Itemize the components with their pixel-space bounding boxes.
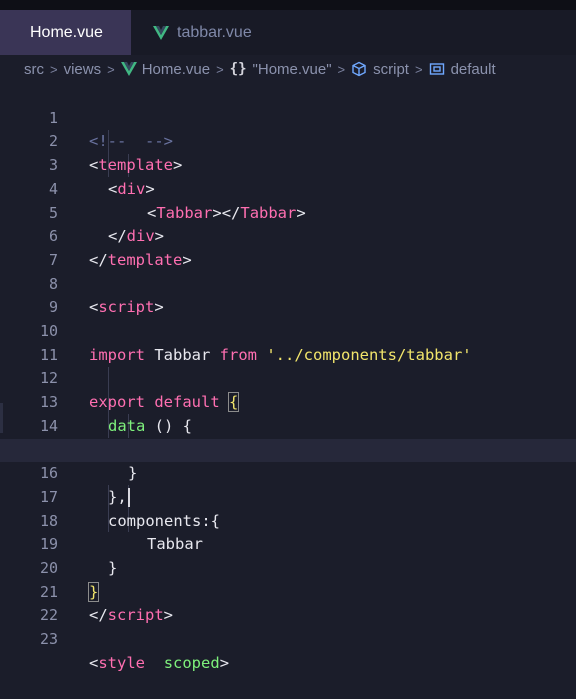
window-top-strip xyxy=(0,0,576,10)
chevron-right-icon: > xyxy=(107,61,115,77)
code-line: 10 import Tabbar from '../components/tab… xyxy=(0,296,576,364)
code-token: > xyxy=(219,653,230,672)
code-line: 19 } xyxy=(0,510,576,577)
code-line: 14 return { xyxy=(0,391,576,459)
cube-icon xyxy=(352,61,366,77)
braces-icon: {} xyxy=(229,61,247,77)
code-token: style xyxy=(98,653,146,672)
code-line: 4 <Tabbar></Tabbar> xyxy=(0,154,576,222)
code-editor[interactable]: 1 <!-- --> 2 <template> 3 <div> 4 <Tabba… xyxy=(0,83,576,672)
code-line: 13 data () { xyxy=(0,367,576,435)
breadcrumb-home-vue-string[interactable]: "Home.vue" xyxy=(253,61,332,78)
code-line: 18 Tabbar xyxy=(0,486,576,554)
code-line: 9 xyxy=(0,273,576,316)
code-line: 23 <style scoped> xyxy=(0,604,576,672)
variable-icon xyxy=(429,63,444,75)
tab-tabbar-vue[interactable]: tabbar.vue xyxy=(131,10,270,55)
code-line: 22 xyxy=(0,581,576,624)
code-line-current: 16 }, xyxy=(0,438,576,507)
breadcrumb: src > views > Home.vue > {} "Home.vue" >… xyxy=(0,55,576,83)
code-line: 1 <!-- --> xyxy=(0,83,576,151)
breadcrumb-home-vue[interactable]: Home.vue xyxy=(142,61,210,78)
line-number: 23 xyxy=(39,630,58,649)
chevron-right-icon: > xyxy=(50,61,58,77)
vue-logo-icon xyxy=(120,62,137,76)
code-line: 3 <div> xyxy=(0,130,576,198)
code-line: 7 xyxy=(0,225,576,269)
code-token: scoped xyxy=(163,653,220,672)
breadcrumb-script[interactable]: script xyxy=(373,61,409,78)
chevron-right-icon: > xyxy=(216,61,224,77)
code-line: 12 export default { xyxy=(0,344,576,413)
breadcrumb-src[interactable]: src xyxy=(24,61,44,78)
tab-label: Home.vue xyxy=(30,23,103,41)
code-token: < xyxy=(89,653,99,672)
editor-tab-bar: Home.vue tabbar.vue xyxy=(0,10,576,55)
code-line: 11 xyxy=(0,320,576,364)
code-line: 2 <template> xyxy=(0,107,576,174)
code-line: 15 } xyxy=(0,415,576,483)
chevron-right-icon: > xyxy=(414,61,423,77)
code-line: 20 } xyxy=(0,533,576,602)
tab-home-vue[interactable]: Home.vue xyxy=(0,10,131,55)
code-line: 5 </div> xyxy=(0,178,576,246)
code-line: 17 components:{ xyxy=(0,462,576,530)
code-line: 21 </script> xyxy=(0,557,576,625)
vue-logo-icon xyxy=(153,25,169,40)
code-line: 6 </template> xyxy=(0,202,576,269)
tab-label: tabbar.vue xyxy=(177,23,252,41)
code-line: 8 <script> xyxy=(0,249,576,317)
breadcrumb-default[interactable]: default xyxy=(451,61,496,78)
breadcrumb-views[interactable]: views xyxy=(64,61,102,78)
chevron-right-icon: > xyxy=(337,61,346,77)
